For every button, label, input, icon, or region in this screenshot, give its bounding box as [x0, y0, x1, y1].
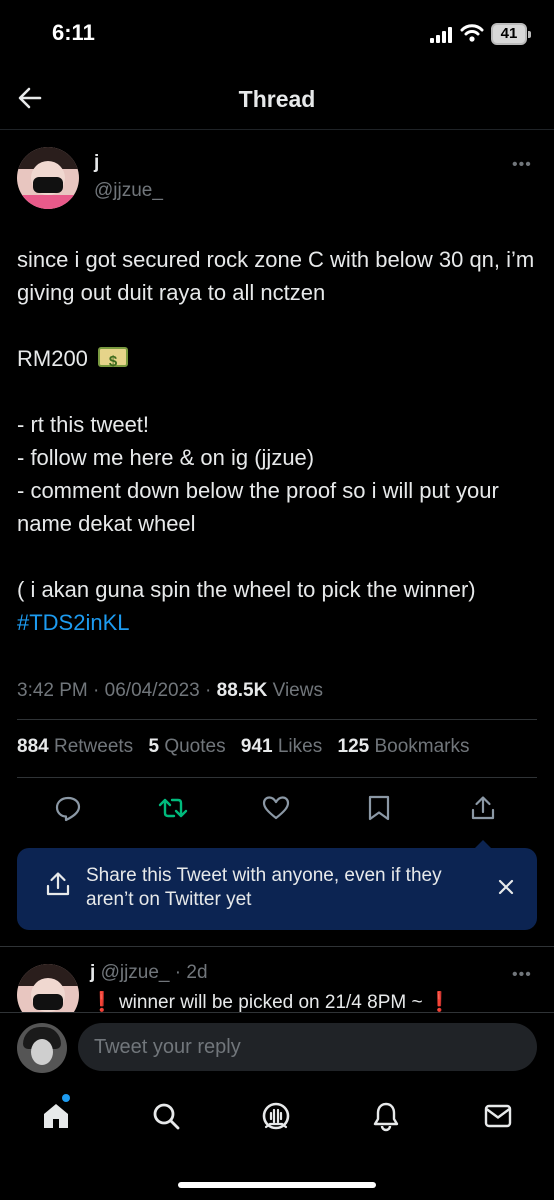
tweet-time: 3:42 PM: [17, 680, 88, 701]
wifi-icon: [460, 24, 484, 42]
compose-bar: [0, 1012, 554, 1084]
battery-level: 41: [500, 25, 518, 42]
tweet-amount: RM200: [17, 346, 88, 371]
author-name[interactable]: j: [94, 152, 99, 174]
reply-input[interactable]: [78, 1023, 537, 1071]
more-options-icon[interactable]: •••: [512, 966, 532, 984]
bookmark-icon[interactable]: [366, 794, 392, 822]
exclamation-icon: ❗: [427, 992, 452, 1013]
quotes-stat[interactable]: 5 Quotes: [148, 736, 225, 757]
reply-text-content: winner will be picked on 21/4 8PM ~: [118, 992, 423, 1013]
retweet-icon[interactable]: [158, 794, 188, 822]
share-icon[interactable]: [469, 794, 497, 822]
tweet-date: 06/04/2023: [104, 680, 200, 701]
reply-icon[interactable]: [54, 794, 82, 822]
like-icon[interactable]: [262, 794, 290, 822]
reply-header: j @jjzue_ · 2d: [90, 962, 208, 984]
tweet-rule: - comment down below the proof so i will…: [17, 478, 499, 536]
meta-separator: ·: [93, 680, 100, 701]
status-time: 6:11: [52, 20, 95, 45]
reply-age: 2d: [186, 962, 208, 983]
tweet-text: since i got secured rock zone C with bel…: [17, 243, 537, 639]
tweet-paragraph: since i got secured rock zone C with bel…: [17, 247, 535, 305]
tweet-actions: [0, 790, 554, 840]
divider: [17, 719, 537, 720]
status-bar: 6:11 41: [0, 0, 554, 66]
battery-icon: 41: [491, 23, 531, 45]
author-avatar[interactable]: [17, 147, 79, 209]
signal-icon: [430, 27, 452, 43]
tweet-stats: 884 Retweets 5 Quotes 941 Likes 125 Book…: [17, 736, 480, 758]
home-icon[interactable]: [40, 1100, 72, 1132]
reply-author-name[interactable]: j: [90, 962, 95, 983]
tweet-note: ( i akan guna spin the wheel to pick the…: [17, 577, 476, 602]
reply-separator: ·: [174, 962, 182, 983]
divider: [17, 777, 537, 778]
tweet-amount-line: RM200: [17, 342, 537, 378]
views-count: 88.5K: [216, 680, 268, 701]
home-indicator[interactable]: [178, 1182, 376, 1188]
share-icon: [46, 872, 70, 896]
search-icon[interactable]: [150, 1100, 182, 1132]
reply-author-handle[interactable]: @jjzue_: [101, 962, 170, 983]
divider: [0, 946, 554, 947]
page-title: Thread: [238, 86, 316, 112]
views-label: Views: [272, 680, 323, 701]
new-content-dot: [62, 1094, 70, 1102]
share-tooltip-text: Share this Tweet with anyone, even if th…: [86, 865, 442, 910]
retweets-stat[interactable]: 884 Retweets: [17, 736, 133, 757]
messages-icon[interactable]: [482, 1100, 514, 1132]
author-handle[interactable]: @jjzue_: [94, 180, 163, 202]
likes-stat[interactable]: 941 Likes: [241, 736, 322, 757]
hashtag-link[interactable]: #TDS2inKL: [17, 610, 130, 635]
tweet-rule: - follow me here & on ig (jjzue): [17, 445, 315, 470]
exclamation-icon: ❗: [90, 992, 114, 1013]
reply-text: ❗ winner will be picked on 21/4 8PM ~ ❗: [90, 990, 452, 1014]
my-avatar[interactable]: [17, 1023, 67, 1073]
share-tooltip: Share this Tweet with anyone, even if th…: [17, 840, 537, 930]
tweet-meta: 3:42 PM · 06/04/2023 · 88.5K Views: [17, 680, 323, 702]
spaces-icon[interactable]: [260, 1100, 292, 1132]
close-icon[interactable]: [495, 876, 517, 898]
money-with-wings-icon: [98, 345, 129, 378]
nav-bar: Thread: [0, 66, 554, 130]
more-options-icon[interactable]: •••: [512, 156, 532, 174]
bookmarks-stat[interactable]: 125 Bookmarks: [338, 736, 470, 757]
notifications-icon[interactable]: [370, 1100, 402, 1132]
meta-separator: ·: [205, 680, 212, 701]
tweet-rule: - rt this tweet!: [17, 412, 150, 437]
